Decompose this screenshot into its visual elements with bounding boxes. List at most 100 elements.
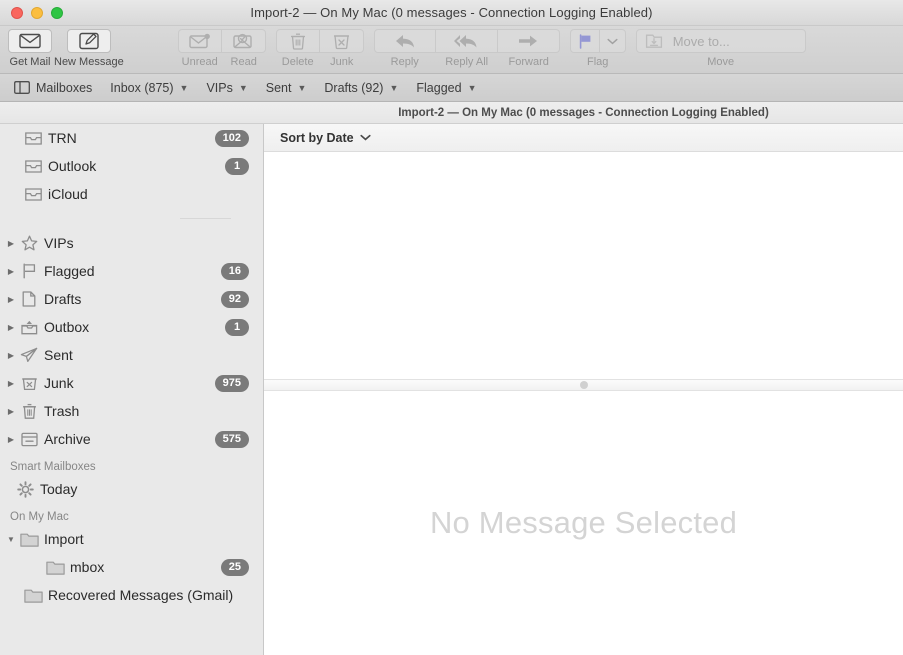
toolbar-mid-group: Unread Read Delete Junk Reply Reply All … — [177, 26, 560, 68]
trash-icon — [290, 33, 305, 50]
mailbox-icon — [22, 159, 44, 173]
sidebar-item-trash-label: Trash — [44, 403, 80, 419]
sidebar-toggle-icon — [14, 81, 30, 94]
unread-badge: 16 — [220, 262, 249, 280]
disclosure-triangle-icon[interactable]: ▼ — [4, 535, 18, 544]
mark-read-button[interactable]: Read — [221, 26, 266, 68]
move-to-control[interactable]: Move to... Move — [635, 26, 806, 68]
main-toolbar: Get Mail New Message Unread Read Delete … — [0, 26, 903, 74]
toolbar-right-group: Flag Move to... Move — [569, 26, 806, 68]
mailboxes-toggle[interactable]: Mailboxes — [14, 81, 92, 95]
sidebar-item-junk-label: Junk — [44, 375, 74, 391]
chevron-down-icon — [607, 38, 618, 44]
sidebar-item-drafts[interactable]: ▶ Drafts 92 — [0, 285, 263, 313]
sidebar-item-icloud[interactable]: iCloud — [0, 180, 263, 208]
sort-by-label[interactable]: Sort by Date — [280, 131, 354, 145]
new-message-button[interactable]: New Message — [54, 26, 124, 68]
unread-badge: 575 — [214, 430, 249, 448]
forward-button[interactable]: Forward — [497, 26, 560, 68]
favorite-vips[interactable]: VIPs ▼ — [206, 81, 247, 95]
window-titlebar: Import-2 — On My Mac (0 messages - Conne… — [0, 0, 903, 26]
get-mail-button[interactable]: Get Mail — [8, 26, 52, 68]
draft-page-icon — [18, 291, 40, 307]
close-button[interactable] — [11, 6, 23, 19]
star-icon — [18, 235, 40, 251]
sort-bar: Sort by Date — [264, 124, 903, 152]
mailbox-icon — [22, 187, 44, 201]
sidebar-item-today[interactable]: Today — [0, 475, 263, 503]
sidebar-item-import[interactable]: ▼ Import — [0, 525, 263, 553]
sidebar-item-outbox-label: Outbox — [44, 319, 90, 335]
sidebar-item-sent[interactable]: ▶ Sent — [0, 341, 263, 369]
disclosure-triangle-icon[interactable]: ▶ — [4, 239, 18, 248]
chevron-down-icon: ▼ — [297, 82, 307, 93]
sidebar-item-outbox[interactable]: ▶ Outbox 1 — [0, 313, 263, 341]
sidebar-item-import-label: Import — [44, 531, 84, 547]
disclosure-triangle-icon[interactable]: ▶ — [4, 435, 18, 444]
junk-bin-icon — [333, 34, 349, 49]
sidebar-item-archive-label: Archive — [44, 431, 91, 447]
junk-button[interactable]: Junk — [319, 26, 364, 68]
disclosure-triangle-icon[interactable]: ▶ — [4, 379, 18, 388]
zoom-button[interactable] — [51, 6, 63, 19]
folder-icon — [18, 532, 40, 547]
sidebar-item-outlook[interactable]: Outlook 1 — [0, 152, 263, 180]
archive-box-icon — [18, 432, 40, 447]
reply-button[interactable]: Reply — [373, 26, 436, 68]
sidebar-item-mbox[interactable]: mbox 25 — [0, 553, 263, 581]
favorite-drafts[interactable]: Drafts (92) ▼ — [324, 81, 398, 95]
splitter-grip[interactable] — [579, 381, 588, 389]
favorite-sent[interactable]: Sent ▼ — [266, 81, 307, 95]
disclosure-triangle-icon[interactable]: ▶ — [4, 407, 18, 416]
delete-label: Delete — [281, 56, 314, 68]
mark-unread-button[interactable]: Unread — [177, 26, 222, 68]
delete-button[interactable]: Delete — [275, 26, 320, 68]
favorite-inbox[interactable]: Inbox (875) ▼ — [110, 81, 188, 95]
disclosure-triangle-icon[interactable]: ▶ — [4, 295, 18, 304]
sidebar-item-archive[interactable]: ▶ Archive 575 — [0, 425, 263, 453]
favorite-flagged[interactable]: Flagged ▼ — [416, 81, 476, 95]
minimize-button[interactable] — [31, 6, 43, 19]
forward-label: Forward — [508, 56, 549, 68]
sidebar-item-junk[interactable]: ▶ Junk 975 — [0, 369, 263, 397]
disclosure-triangle-icon[interactable]: ▶ — [4, 351, 18, 360]
disclosure-triangle-icon[interactable]: ▶ — [4, 267, 18, 276]
pane-splitter[interactable] — [264, 380, 903, 391]
read-envelope-icon — [233, 33, 252, 49]
unread-badge: 92 — [220, 290, 249, 308]
message-list[interactable] — [264, 152, 903, 380]
mailboxes-label: Mailboxes — [36, 80, 93, 95]
on-my-mac-header: On My Mac — [10, 511, 69, 523]
favorite-vips-label: VIPs — [206, 80, 233, 95]
flag-button[interactable] — [569, 29, 600, 53]
sidebar-item-flagged[interactable]: ▶ Flagged 16 — [0, 257, 263, 285]
favorite-drafts-label: Drafts (92) — [324, 80, 384, 95]
flag-menu-button[interactable] — [599, 29, 626, 53]
disclosure-triangle-icon[interactable]: ▶ — [4, 323, 18, 332]
delete-junk-segment: Delete Junk — [275, 26, 364, 68]
flag-outline-icon — [18, 263, 40, 279]
move-to-placeholder: Move to... — [672, 33, 730, 49]
envelope-icon — [19, 33, 41, 49]
flag-label: Flag — [587, 56, 609, 68]
window-title: Import-2 — On My Mac (0 messages - Conne… — [250, 5, 653, 20]
message-pane: Sort by Date No Message Selected — [264, 124, 903, 655]
unread-badge: 25 — [220, 558, 249, 576]
mailbox-sidebar[interactable]: IDD TRN 102 Outlook 1 iCloud — [0, 124, 264, 655]
sidebar-item-vips[interactable]: ▶ VIPs — [0, 229, 263, 257]
folder-icon — [44, 560, 66, 575]
chevron-down-icon: ▼ — [238, 82, 248, 93]
unread-badge: 975 — [214, 374, 249, 392]
sidebar-item-recovered-messages[interactable]: Recovered Messages (Gmail) — [0, 581, 263, 609]
sidebar-item-flagged-label: Flagged — [44, 263, 95, 279]
junk-label: Junk — [330, 56, 354, 68]
reply-all-button[interactable]: Reply All — [435, 26, 498, 68]
sidebar-item-mbox-label: mbox — [70, 559, 105, 575]
junk-bin-icon — [18, 375, 40, 391]
sidebar-item-trn[interactable]: TRN 102 — [0, 124, 263, 152]
sidebar-item-trash[interactable]: ▶ Trash — [0, 397, 263, 425]
sidebar-item-sent-label: Sent — [44, 347, 73, 363]
move-to-folder-icon — [645, 34, 662, 48]
window-body: IDD TRN 102 Outlook 1 iCloud — [0, 124, 903, 655]
chevron-down-icon[interactable] — [360, 134, 371, 141]
